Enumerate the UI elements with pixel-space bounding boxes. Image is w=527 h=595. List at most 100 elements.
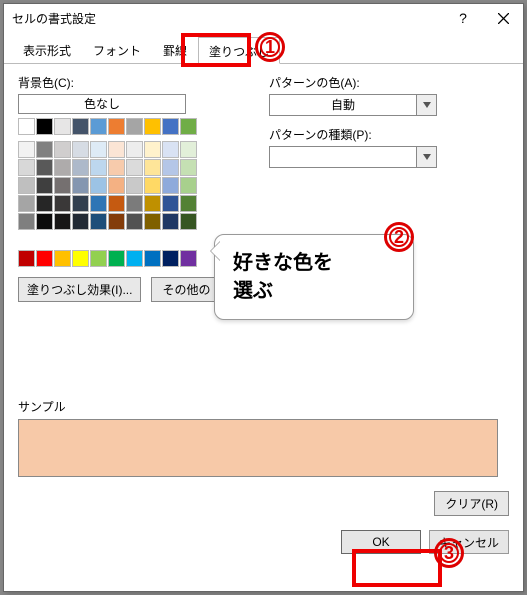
color-swatch[interactable] <box>18 213 35 230</box>
annotation-badge-2: 2 <box>384 222 414 252</box>
color-swatch[interactable] <box>162 118 179 135</box>
clear-button[interactable]: クリア(R) <box>434 491 509 516</box>
color-swatch[interactable] <box>72 141 89 158</box>
color-swatch[interactable] <box>54 141 71 158</box>
sample-label: サンプル <box>18 398 509 415</box>
color-swatch[interactable] <box>36 159 53 176</box>
color-swatch[interactable] <box>180 250 197 267</box>
color-swatch[interactable] <box>180 141 197 158</box>
color-palette <box>18 141 198 230</box>
color-swatch[interactable] <box>144 141 161 158</box>
color-swatch[interactable] <box>108 250 125 267</box>
color-swatch[interactable] <box>18 250 35 267</box>
color-swatch[interactable] <box>36 177 53 194</box>
annotation-highlight-ok <box>352 549 442 587</box>
color-swatch[interactable] <box>108 177 125 194</box>
background-color-label: 背景色(C): <box>18 74 253 91</box>
color-swatch[interactable] <box>90 213 107 230</box>
color-swatch[interactable] <box>18 195 35 212</box>
color-swatch[interactable] <box>54 250 71 267</box>
color-swatch[interactable] <box>18 141 35 158</box>
color-swatch[interactable] <box>36 118 53 135</box>
pattern-type-value <box>270 147 416 167</box>
tab-font[interactable]: フォント <box>82 36 152 63</box>
color-swatch[interactable] <box>90 195 107 212</box>
annotation-callout: 好きな色を 選ぶ <box>214 234 414 320</box>
fill-effects-button[interactable]: 塗りつぶし効果(I)... <box>18 277 141 302</box>
color-swatch[interactable] <box>144 159 161 176</box>
color-swatch[interactable] <box>162 177 179 194</box>
color-swatch[interactable] <box>90 141 107 158</box>
chevron-down-icon <box>416 95 436 115</box>
color-swatch[interactable] <box>144 177 161 194</box>
color-swatch[interactable] <box>108 159 125 176</box>
color-swatch[interactable] <box>72 250 89 267</box>
color-swatch[interactable] <box>36 213 53 230</box>
color-swatch[interactable] <box>126 213 143 230</box>
pattern-color-select[interactable]: 自動 <box>269 94 437 116</box>
color-swatch[interactable] <box>108 213 125 230</box>
color-swatch[interactable] <box>72 177 89 194</box>
chevron-down-icon <box>416 147 436 167</box>
color-swatch[interactable] <box>108 195 125 212</box>
more-colors-button[interactable]: その他の <box>151 277 221 302</box>
color-swatch[interactable] <box>72 195 89 212</box>
theme-colors-row <box>18 118 253 135</box>
color-swatch[interactable] <box>108 118 125 135</box>
color-swatch[interactable] <box>36 250 53 267</box>
color-swatch[interactable] <box>126 141 143 158</box>
titlebar: セルの書式設定 ? <box>4 4 523 32</box>
color-swatch[interactable] <box>162 195 179 212</box>
color-swatch[interactable] <box>72 213 89 230</box>
color-swatch[interactable] <box>180 213 197 230</box>
color-swatch[interactable] <box>180 118 197 135</box>
help-button[interactable]: ? <box>443 4 483 32</box>
close-icon <box>498 13 509 24</box>
color-swatch[interactable] <box>90 118 107 135</box>
color-swatch[interactable] <box>180 159 197 176</box>
window-title: セルの書式設定 <box>12 10 443 27</box>
color-swatch[interactable] <box>126 159 143 176</box>
color-swatch[interactable] <box>162 141 179 158</box>
tab-number-format[interactable]: 表示形式 <box>12 36 82 63</box>
color-swatch[interactable] <box>126 250 143 267</box>
annotation-badge-1: 1 <box>255 32 285 62</box>
color-swatch[interactable] <box>144 195 161 212</box>
pattern-color-value: 自動 <box>270 95 416 115</box>
color-swatch[interactable] <box>144 250 161 267</box>
sample-preview <box>18 419 498 477</box>
pattern-type-select[interactable] <box>269 146 437 168</box>
color-swatch[interactable] <box>90 250 107 267</box>
color-swatch[interactable] <box>18 177 35 194</box>
color-swatch[interactable] <box>36 141 53 158</box>
tab-border[interactable]: 罫線 <box>152 36 198 63</box>
pattern-color-label: パターンの色(A): <box>269 74 509 91</box>
color-swatch[interactable] <box>54 118 71 135</box>
color-swatch[interactable] <box>36 195 53 212</box>
color-swatch[interactable] <box>162 250 179 267</box>
color-swatch[interactable] <box>72 118 89 135</box>
color-swatch[interactable] <box>180 195 197 212</box>
annotation-badge-3: 3 <box>434 538 464 568</box>
color-swatch[interactable] <box>126 177 143 194</box>
color-swatch[interactable] <box>54 177 71 194</box>
color-swatch[interactable] <box>144 118 161 135</box>
color-swatch[interactable] <box>54 159 71 176</box>
color-swatch[interactable] <box>126 118 143 135</box>
pattern-type-label: パターンの種類(P): <box>269 126 509 143</box>
color-swatch[interactable] <box>126 195 143 212</box>
color-swatch[interactable] <box>54 213 71 230</box>
color-swatch[interactable] <box>144 213 161 230</box>
color-swatch[interactable] <box>162 213 179 230</box>
color-swatch[interactable] <box>90 159 107 176</box>
color-swatch[interactable] <box>18 159 35 176</box>
color-swatch[interactable] <box>72 159 89 176</box>
color-swatch[interactable] <box>108 141 125 158</box>
color-swatch[interactable] <box>54 195 71 212</box>
color-swatch[interactable] <box>162 159 179 176</box>
no-color-button[interactable]: 色なし <box>18 94 186 114</box>
close-button[interactable] <box>483 4 523 32</box>
color-swatch[interactable] <box>90 177 107 194</box>
color-swatch[interactable] <box>180 177 197 194</box>
color-swatch[interactable] <box>18 118 35 135</box>
